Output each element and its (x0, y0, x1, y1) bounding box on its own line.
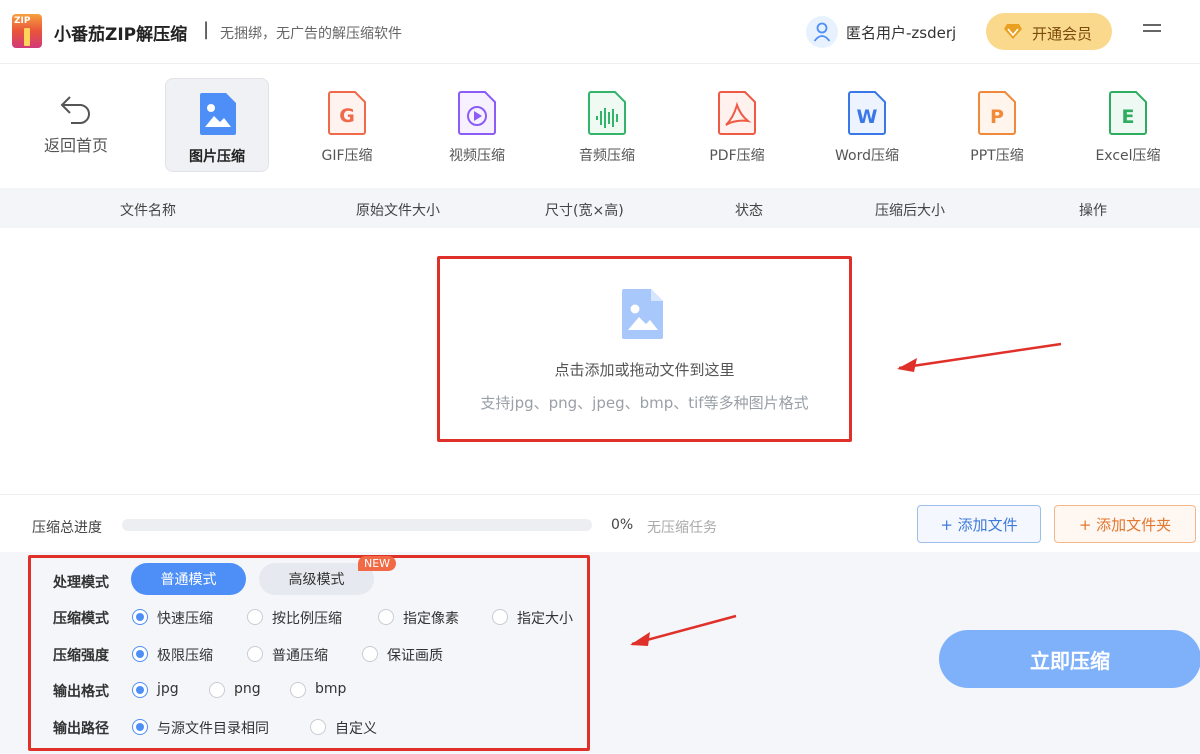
tool-label: Word压缩 (835, 148, 899, 164)
pdf-icon (718, 91, 756, 135)
back-arrow-icon (60, 96, 90, 124)
tool-image-compress[interactable]: 图片压缩 (165, 78, 269, 172)
add-folder-button[interactable]: + 添加文件夹 (1054, 505, 1196, 543)
tool-label: 音频压缩 (579, 148, 635, 164)
title-separator: | (203, 19, 210, 40)
new-badge: NEW (358, 556, 397, 571)
column-header-status: 状态 (735, 203, 763, 219)
add-file-button[interactable]: + 添加文件 (917, 505, 1041, 543)
menu-icon[interactable] (1140, 20, 1164, 42)
tool-ppt-compress[interactable]: P PPT压缩 (945, 78, 1049, 172)
start-compress-button[interactable]: 立即压缩 (939, 630, 1200, 688)
diamond-icon (1004, 24, 1022, 39)
column-header-filename: 文件名称 (120, 203, 176, 219)
app-title: 小番茄ZIP解压缩 (54, 25, 188, 45)
app-header: ZIP 小番茄ZIP解压缩 | 无捆绑，无广告的解压缩软件 匿名用户-zsder… (0, 0, 1200, 64)
tool-gif-compress[interactable]: G GIF压缩 (295, 78, 399, 172)
mode-normal-button[interactable]: 普通模式 (131, 563, 246, 595)
tool-video-compress[interactable]: 视频压缩 (425, 78, 529, 172)
annotation-arrow-icon (630, 614, 737, 646)
strength-label: 压缩强度 (53, 648, 109, 664)
column-header-dimensions: 尺寸(宽×高) (545, 203, 624, 219)
video-icon (458, 91, 496, 135)
svg-text:E: E (1122, 106, 1135, 128)
image-icon (200, 93, 236, 135)
image-file-icon (622, 289, 663, 339)
add-files-dropzone[interactable]: 点击添加或拖动文件到这里 支持jpg、png、jpeg、bmp、tif等多种图片… (437, 256, 852, 442)
dropzone-main-text: 点击添加或拖动文件到这里 (554, 361, 735, 379)
tool-bar: 返回首页 图片压缩 G GIF压缩 视频压缩 音频压缩 PDF压缩 W Word… (0, 64, 1200, 188)
process-mode-label: 处理模式 (53, 575, 109, 591)
logo-text: ZIP (14, 16, 31, 26)
word-icon: W (848, 91, 886, 135)
progress-row: 压缩总进度 0% 无压缩任务 + 添加文件 + 添加文件夹 (0, 494, 1200, 552)
tool-label: 视频压缩 (449, 148, 505, 164)
gif-icon: G (328, 91, 366, 135)
audio-icon (588, 91, 626, 135)
file-table-header: 文件名称 原始文件大小 尺寸(宽×高) 状态 压缩后大小 操作 (0, 188, 1200, 228)
tool-word-compress[interactable]: W Word压缩 (815, 78, 919, 172)
tool-label: Excel压缩 (1095, 148, 1161, 164)
tool-label: GIF压缩 (321, 148, 373, 164)
svg-text:G: G (339, 105, 355, 127)
output-format-label: 输出格式 (53, 684, 109, 700)
back-home-label: 返回首页 (43, 136, 108, 155)
progress-bar (122, 519, 592, 531)
column-header-compressed-size: 压缩后大小 (875, 203, 945, 219)
output-path-label: 输出路径 (53, 721, 109, 737)
app-logo: ZIP (12, 14, 42, 48)
vip-label: 开通会员 (1032, 26, 1093, 43)
tool-label: PDF压缩 (709, 148, 765, 164)
column-header-actions: 操作 (1079, 203, 1107, 219)
svg-text:P: P (990, 106, 1004, 128)
tool-label: PPT压缩 (970, 148, 1024, 164)
annotation-arrow-icon (897, 342, 1062, 372)
column-header-original-size: 原始文件大小 (356, 203, 440, 219)
vip-button[interactable]: 开通会员 (986, 13, 1112, 50)
progress-label: 压缩总进度 (32, 520, 102, 536)
back-home-button[interactable]: 返回首页 (36, 88, 116, 158)
user-avatar-icon[interactable] (806, 16, 838, 48)
tool-pdf-compress[interactable]: PDF压缩 (685, 78, 789, 172)
ppt-icon: P (978, 91, 1016, 135)
mode-advanced-button[interactable]: 高级模式 (259, 563, 374, 595)
app-subtitle: 无捆绑，无广告的解压缩软件 (220, 26, 402, 42)
tool-audio-compress[interactable]: 音频压缩 (555, 78, 659, 172)
tool-excel-compress[interactable]: E Excel压缩 (1076, 78, 1180, 172)
tool-label: 图片压缩 (189, 149, 245, 165)
progress-percent: 0% (611, 517, 634, 533)
dropzone-supported-formats: 支持jpg、png、jpeg、bmp、tif等多种图片格式 (480, 394, 809, 412)
compress-mode-label: 压缩模式 (53, 611, 109, 627)
excel-icon: E (1109, 91, 1147, 135)
svg-text:W: W (857, 106, 878, 128)
progress-status: 无压缩任务 (647, 520, 717, 536)
user-name[interactable]: 匿名用户-zsderj (846, 22, 956, 43)
